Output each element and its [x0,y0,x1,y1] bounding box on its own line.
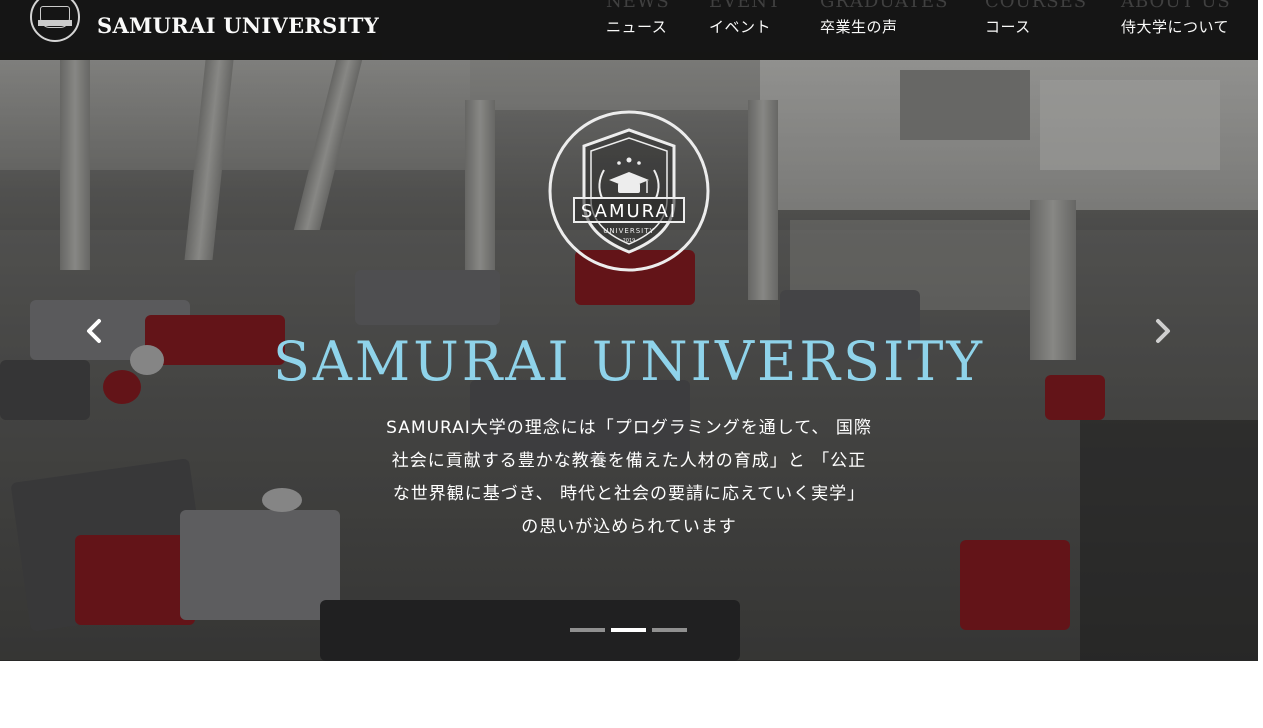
nav-item-event[interactable]: EVENT イベント [709,0,781,37]
nav-item-en-label: EVENT [709,0,782,12]
emblem-banner-text: SAMURAI [581,201,677,222]
nav-item-ja-label: イベント [709,18,772,36]
nav-item-ja-label: 卒業生の声 [820,18,898,36]
brand-link[interactable]: SAMURAI UNIVERSITY [30,0,379,42]
chevron-left-icon[interactable] [84,318,104,344]
hero-description-line: な世界観に基づき、 時代と社会の要請に応えていく実学」 [392,484,866,504]
nav-item-news[interactable]: NEWS ニュース [606,0,670,37]
brand-name: SAMURAI UNIVERSITY [97,12,379,38]
hero-title: SAMURAI UNIVERSITY [272,330,986,393]
nav-item-ja-label: 侍大学について [1121,18,1230,36]
nav-item-en-label: COURSES [985,0,1088,12]
carousel-indicator-active[interactable] [611,628,646,632]
nav-item-graduates[interactable]: GRADUATES 卒業生の声 [820,0,948,37]
hero-description: SAMURAI大学の理念には「プログラミングを通して、 国際 社会に貢献する豊か… [340,412,918,544]
nav-item-en-label: NEWS [606,0,670,12]
emblem-year-text: 2019 [623,238,636,244]
emblem-sub-text: UNIVERSITY [603,227,655,235]
carousel-indicator[interactable] [570,628,605,632]
university-emblem-icon [30,0,80,42]
carousel-indicator[interactable] [652,628,687,632]
nav-item-ja-label: ニュース [606,18,668,36]
nav-item-en-label: GRADUATES [820,0,949,12]
chevron-right-icon[interactable] [1153,318,1173,344]
nav-item-about-us[interactable]: ABOUT US 侍大学について [1121,0,1231,37]
university-emblem: SAMURAI UNIVERSITY 2019 [548,110,710,272]
nav-item-ja-label: コース [985,18,1031,36]
top-navbar: SAMURAI UNIVERSITY NEWS ニュース EVENT イベント … [0,0,1258,60]
hero-description-line: SAMURAI大学の理念には「プログラミングを通して、 国際 [386,418,872,438]
hero-description-line: の思いが込められています [521,517,737,537]
hero-description-line: 社会に貢献する豊かな教養を備えた人材の育成」と 「公正 [391,451,867,471]
nav-item-courses[interactable]: COURSES コース [985,0,1087,37]
carousel-indicators [570,628,687,632]
nav-item-en-label: ABOUT US [1121,0,1231,12]
page-edge [1258,0,1263,661]
